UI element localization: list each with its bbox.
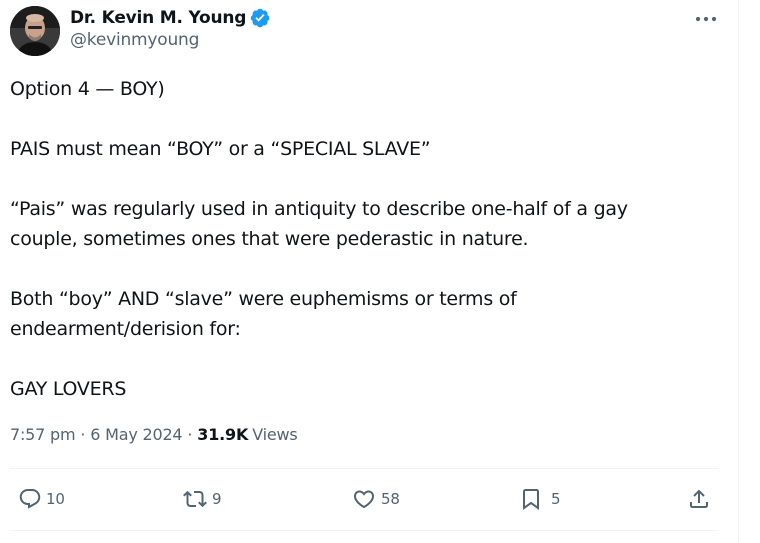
repost-button[interactable]: 9 [182,484,222,514]
share-button[interactable] [687,484,711,514]
tweet-line: “Pais” was regularly used in antiquity t… [10,198,628,220]
reply-button[interactable]: 10 [18,484,65,514]
tweet-time[interactable]: 7:57 pm [10,425,76,444]
tweet-metadata: 7:57 pm · 6 May 2024 · 31.9K Views [10,425,298,444]
bookmark-icon [523,489,539,510]
avatar[interactable] [10,6,60,56]
tweet-line: Both “boy” AND “slave” were euphemisms o… [10,288,517,310]
meta-separator: · [187,425,193,444]
bookmark-button[interactable]: 5 [519,484,561,514]
avatar-image [10,6,60,56]
repost-count: 9 [212,490,222,508]
divider [10,468,718,469]
display-name-row: Dr. Kevin M. Young [70,6,271,30]
tweet-line: PAIS must mean “BOY” or a “SPECIAL SLAVE… [10,138,431,160]
more-dots-icon [695,16,717,22]
share-icon [690,489,708,508]
tweet-line: Option 4 — BOY) [10,78,165,100]
like-count: 58 [381,490,400,508]
views-label: Views [252,425,298,444]
reply-icon [19,489,41,509]
tweet-line: GAY LOVERS [10,378,127,400]
bookmark-count: 5 [551,490,561,508]
more-options-button[interactable] [690,8,722,30]
meta-separator: · [80,425,86,444]
tweet-page: Dr. Kevin M. Young @kevinmyoung Option 4… [0,0,760,543]
tweet-date[interactable]: 6 May 2024 [90,425,182,444]
user-handle[interactable]: @kevinmyoung [70,30,271,50]
views-count: 31.9K [197,425,249,444]
divider [10,530,718,531]
like-button[interactable]: 58 [351,484,400,514]
display-name[interactable]: Dr. Kevin M. Young [70,8,246,28]
tweet-text: Option 4 — BOY) PAIS must mean “BOY” or … [10,74,710,404]
verified-badge-icon[interactable] [249,7,271,29]
column-border [738,0,739,543]
tweet-line: couple, sometimes ones that were pederas… [10,228,529,250]
tweet-detail: Dr. Kevin M. Young @kevinmyoung Option 4… [0,0,738,543]
reply-count: 10 [46,490,65,508]
heart-icon [353,490,375,509]
tweet-line: endearment/derision for: [10,318,241,340]
author-info: Dr. Kevin M. Young @kevinmyoung [70,6,271,50]
repost-icon [183,490,207,508]
